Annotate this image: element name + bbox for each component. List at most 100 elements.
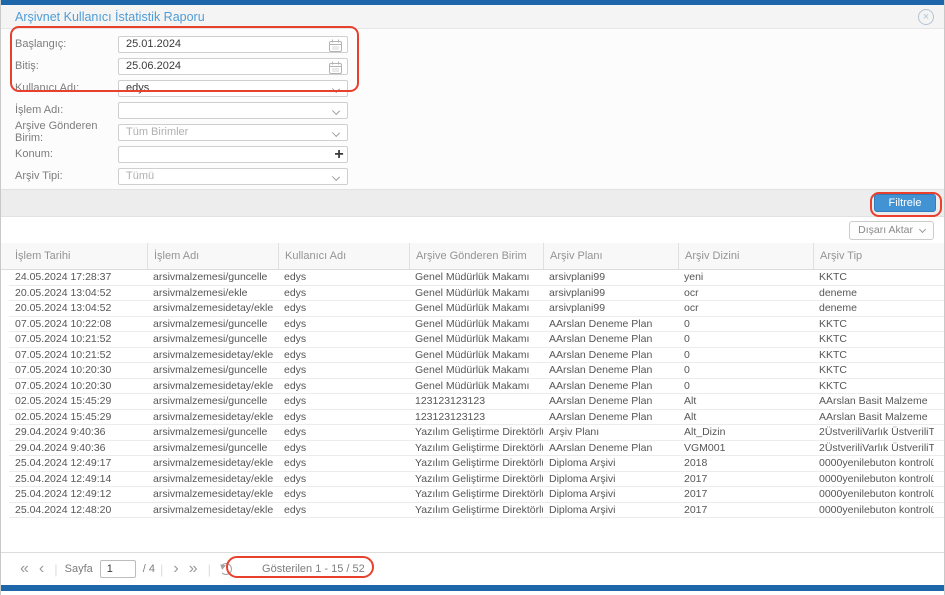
table-cell: edys <box>278 504 409 516</box>
table-cell: AArslan Basit Malzeme <box>813 411 934 423</box>
table-row[interactable]: 29.04.2024 9:40:36arsivmalzemesi/guncell… <box>9 441 944 457</box>
table-cell: KKTC <box>813 271 934 283</box>
table-row[interactable]: 25.04.2024 12:49:14arsivmalzemesidetay/e… <box>9 472 944 488</box>
table-row[interactable]: 07.05.2024 10:21:52arsivmalzemesi/guncel… <box>9 332 944 348</box>
table-cell: 0 <box>678 364 813 376</box>
konum-field[interactable]: + <box>118 146 348 163</box>
table-cell: arsivmalzemesi/ekle <box>147 287 278 299</box>
column-header[interactable]: Arşiv Tip <box>813 243 934 269</box>
table-cell: VGM001 <box>678 442 813 454</box>
form-row-konum: Konum: + <box>15 143 944 165</box>
table-cell: edys <box>278 488 409 500</box>
table-cell: 29.04.2024 9:40:36 <box>9 426 147 438</box>
table-row[interactable]: 07.05.2024 10:22:08arsivmalzemesi/guncel… <box>9 317 944 333</box>
table-cell: 0 <box>678 380 813 392</box>
column-header[interactable]: Kullanıcı Adı <box>278 243 409 269</box>
table-row[interactable]: 02.05.2024 15:45:29arsivmalzemesidetay/e… <box>9 410 944 426</box>
table-cell: 25.04.2024 12:49:14 <box>9 473 147 485</box>
page-input[interactable] <box>100 560 136 578</box>
close-icon[interactable]: × <box>918 9 934 25</box>
arsive-gonderen-birim-select[interactable]: Tüm Birimler <box>118 124 348 141</box>
column-header[interactable]: Arşiv Dizini <box>678 243 813 269</box>
pager-divider: | <box>208 562 211 577</box>
table-cell: arsivmalzemesidetay/ekle <box>147 457 278 469</box>
table-row[interactable]: 25.04.2024 12:49:17arsivmalzemesidetay/e… <box>9 456 944 472</box>
islem-adi-select[interactable] <box>118 102 348 119</box>
table-row[interactable]: 25.04.2024 12:49:12arsivmalzemesidetay/e… <box>9 487 944 503</box>
form-row-bitis: Bitiş: <box>15 55 944 77</box>
baslangic-input[interactable] <box>119 37 347 52</box>
table-row[interactable]: 07.05.2024 10:20:30arsivmalzemesidetay/e… <box>9 379 944 395</box>
table-cell: AArslan Deneme Plan <box>543 318 678 330</box>
refresh-icon[interactable] <box>220 563 232 575</box>
table-cell: 20.05.2024 13:04:52 <box>9 302 147 314</box>
table-cell: 25.04.2024 12:49:12 <box>9 488 147 500</box>
table-row[interactable]: 07.05.2024 10:20:30arsivmalzemesi/guncel… <box>9 363 944 379</box>
calendar-icon[interactable] <box>329 39 342 57</box>
filtrele-button[interactable]: Filtrele <box>874 194 936 212</box>
bitis-date-field[interactable] <box>118 58 348 75</box>
table-cell: 02.05.2024 15:45:29 <box>9 395 147 407</box>
table-row[interactable]: 02.05.2024 15:45:29arsivmalzemesi/guncel… <box>9 394 944 410</box>
table-cell: 07.05.2024 10:20:30 <box>9 364 147 376</box>
title-bar: Arşivnet Kullanıcı İstatistik Raporu × <box>1 5 944 29</box>
pager-divider: | <box>54 562 57 577</box>
table-row[interactable]: 25.04.2024 12:48:20arsivmalzemesidetay/e… <box>9 503 944 519</box>
form-row-arsiv-tipi: Arşiv Tipi: Tümü <box>15 165 944 187</box>
table-row[interactable]: 20.05.2024 13:04:52arsivmalzemesidetay/e… <box>9 301 944 317</box>
table-cell: Genel Müdürlük Makamı <box>409 271 543 283</box>
table-cell: 123123123123 <box>409 395 543 407</box>
next-page-button[interactable]: › <box>168 561 183 577</box>
table-cell: KKTC <box>813 349 934 361</box>
bitis-input[interactable] <box>119 59 347 74</box>
column-header[interactable]: Arşive Gönderen Birim <box>409 243 543 269</box>
arsiv-tipi-select[interactable]: Tümü <box>118 168 348 185</box>
page-total: / 4 <box>143 563 155 575</box>
column-header[interactable]: İşlem Adı <box>147 243 278 269</box>
table-row[interactable]: 29.04.2024 9:40:36arsivmalzemesi/guncell… <box>9 425 944 441</box>
calendar-icon[interactable] <box>329 61 342 79</box>
table-cell: 25.04.2024 12:49:17 <box>9 457 147 469</box>
last-page-button[interactable]: » <box>184 561 203 577</box>
table-cell: 0 <box>678 349 813 361</box>
table-cell: 07.05.2024 10:22:08 <box>9 318 147 330</box>
table-cell: edys <box>278 287 409 299</box>
table-cell: Yazılım Geliştirme Direktörlüğü <box>409 426 543 438</box>
table-row[interactable]: 20.05.2024 13:04:52arsivmalzemesi/ekleed… <box>9 286 944 302</box>
table-cell: arsivmalzemesidetay/ekle <box>147 411 278 423</box>
column-header[interactable]: İşlem Tarihi <box>9 243 147 269</box>
baslangic-date-field[interactable] <box>118 36 348 53</box>
prev-page-button[interactable]: ‹ <box>34 561 49 577</box>
column-header[interactable]: Arşiv Planı <box>543 243 678 269</box>
table-header: İşlem Tarihiİşlem AdıKullanıcı AdıArşive… <box>1 243 944 270</box>
filter-form: Başlangıç: Bitiş: Kullanıcı Adı: edys <box>1 29 944 189</box>
table-cell: Alt <box>678 411 813 423</box>
table-cell: yeni <box>678 271 813 283</box>
table-cell: arsivmalzemesidetay/ekle <box>147 349 278 361</box>
table-cell: arsivmalzemesidetay/ekle <box>147 473 278 485</box>
islem-adi-label: İşlem Adı: <box>15 104 118 116</box>
bottom-margin <box>1 591 944 595</box>
table-cell: AArslan Deneme Plan <box>543 411 678 423</box>
table-cell: edys <box>278 395 409 407</box>
table-row[interactable]: 07.05.2024 10:21:52arsivmalzemesidetay/e… <box>9 348 944 364</box>
table-cell: Yazılım Geliştirme Direktörlüğü <box>409 442 543 454</box>
first-page-button[interactable]: « <box>15 561 34 577</box>
table-cell: 07.05.2024 10:21:52 <box>9 349 147 361</box>
chevron-down-icon <box>332 106 340 114</box>
disari-aktar-button[interactable]: Dışarı Aktar <box>849 221 934 240</box>
table-cell: 29.04.2024 9:40:36 <box>9 442 147 454</box>
table-cell: Alt <box>678 395 813 407</box>
table-cell: 123123123123 <box>409 411 543 423</box>
table-cell: arsivmalzemesidetay/ekle <box>147 302 278 314</box>
export-toolbar: Dışarı Aktar <box>1 217 944 243</box>
selected-value: Tüm Birimler <box>119 126 347 138</box>
table-cell: Alt_Dizin <box>678 426 813 438</box>
table-cell: KKTC <box>813 380 934 392</box>
table-cell: arsivmalzemesi/guncelle <box>147 318 278 330</box>
kullanici-adi-select[interactable]: edys <box>118 80 348 97</box>
table-row[interactable]: 24.05.2024 17:28:37arsivmalzemesi/guncel… <box>9 270 944 286</box>
table-cell: KKTC <box>813 333 934 345</box>
konum-input[interactable] <box>119 147 347 162</box>
plus-icon[interactable]: + <box>330 147 348 164</box>
